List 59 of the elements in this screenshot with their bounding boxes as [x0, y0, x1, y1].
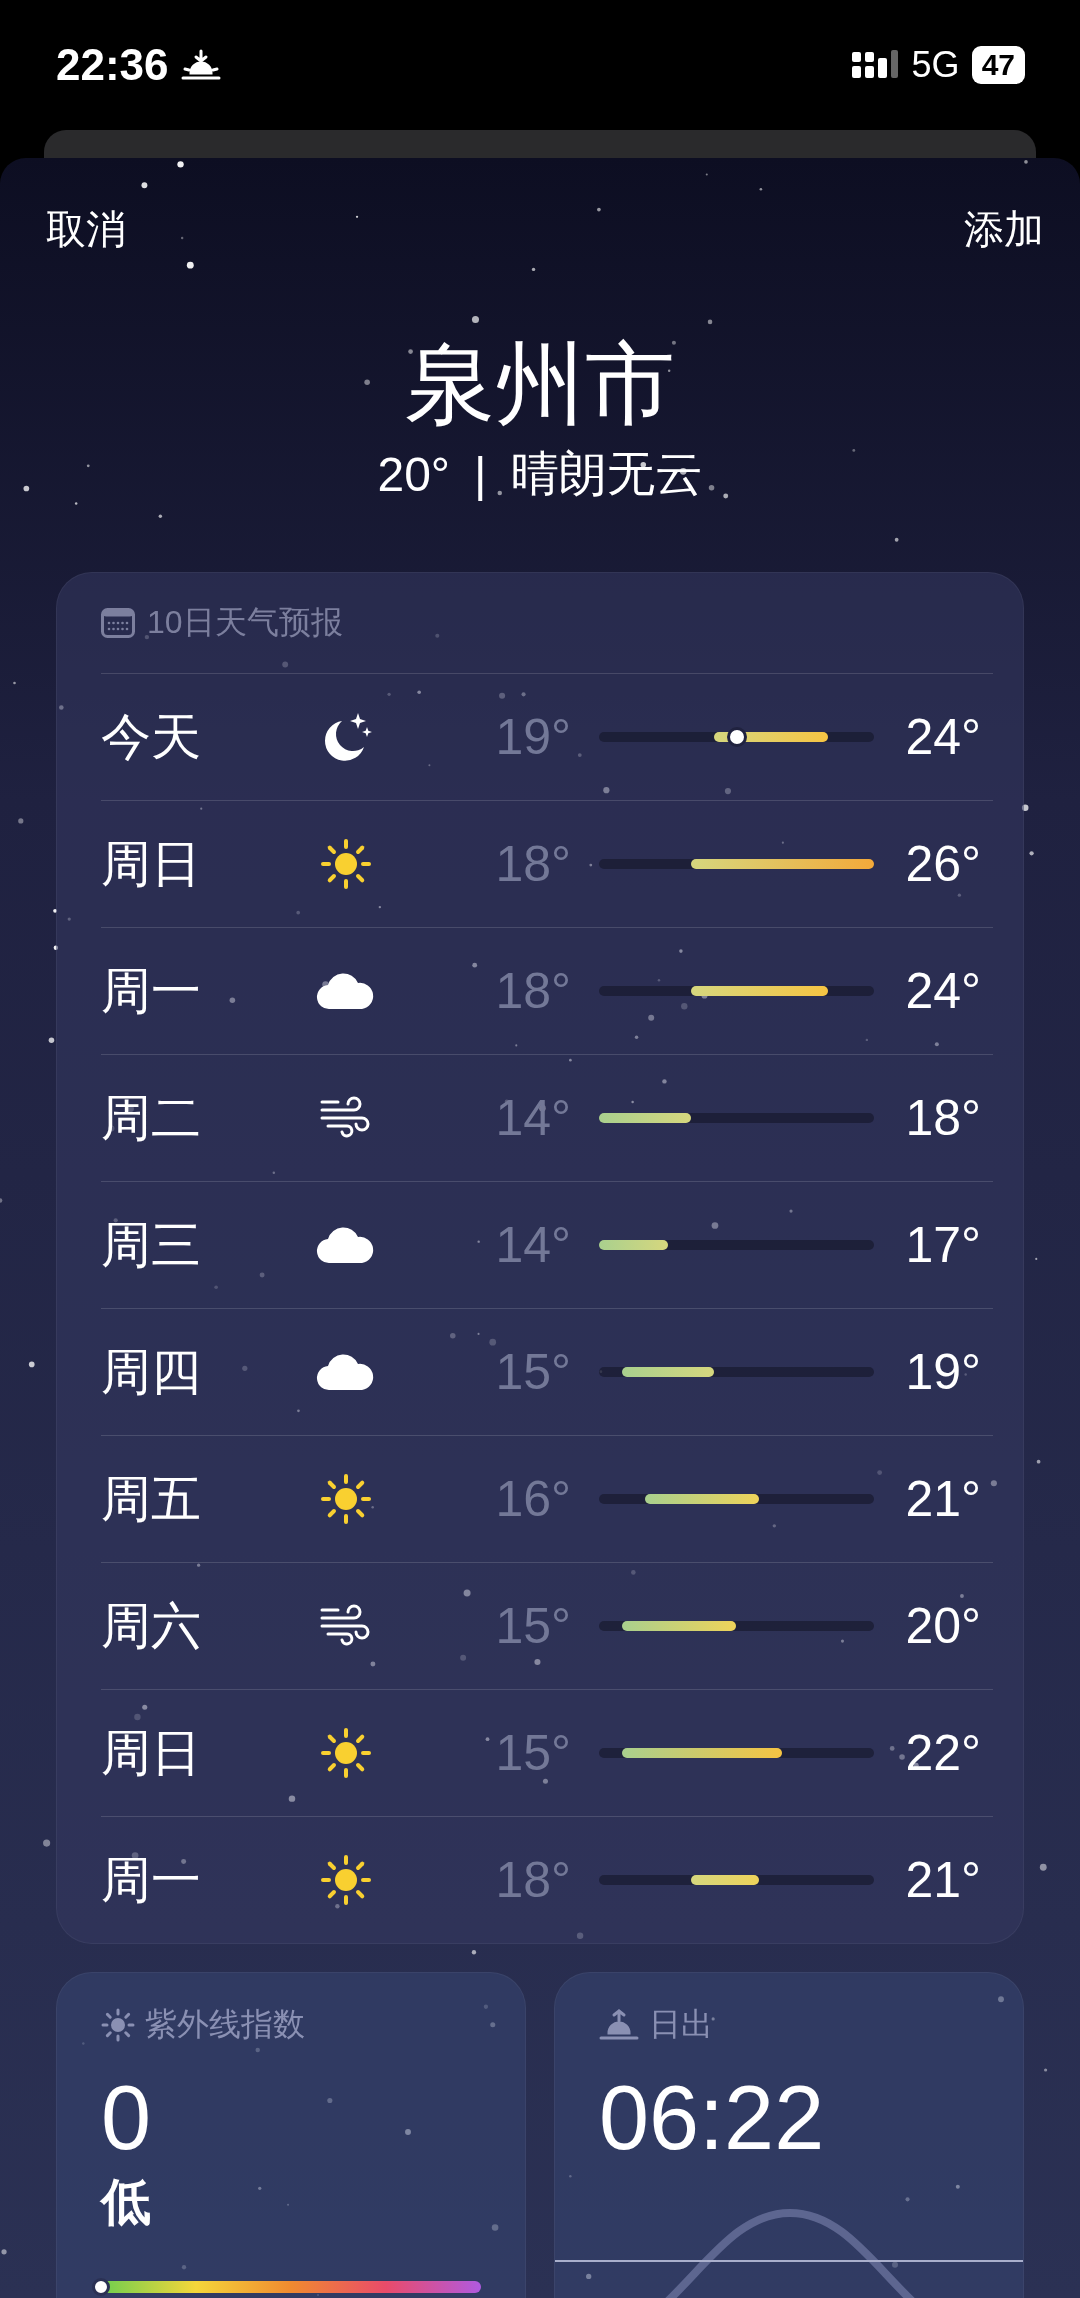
city-name: 泉州市	[404, 335, 676, 434]
low-temperature: 14°	[494, 1216, 571, 1274]
high-temperature: 20°	[904, 1597, 981, 1655]
day-label: 周日	[101, 1723, 202, 1783]
high-temperature: 24°	[904, 708, 981, 766]
day-label: 周一	[101, 961, 202, 1021]
high-temperature: 24°	[904, 962, 981, 1020]
day-label: 周五	[101, 1469, 202, 1529]
low-temperature: 14°	[494, 1089, 571, 1147]
low-temperature: 16°	[494, 1470, 571, 1528]
sun-icon	[318, 1471, 374, 1527]
calendar-icon	[101, 608, 135, 638]
sunrise-icon	[599, 2009, 639, 2041]
cloud-icon	[316, 1352, 376, 1392]
high-temperature: 21°	[904, 1470, 981, 1528]
cloud-icon	[316, 971, 376, 1011]
status-time: 22:36	[56, 40, 169, 90]
high-temperature: 21°	[904, 1851, 981, 1909]
day-label: 周三	[101, 1215, 202, 1275]
cloud-icon	[316, 1225, 376, 1265]
day-label: 周六	[101, 1596, 202, 1656]
high-temperature: 26°	[904, 835, 981, 893]
temperature-range-fill	[599, 1240, 668, 1250]
temperature-range-fill	[690, 1875, 760, 1885]
day-label: 周一	[101, 1850, 202, 1910]
battery-indicator: 47	[971, 46, 1025, 84]
low-temperature: 19°	[494, 708, 571, 766]
sun-icon	[318, 1725, 374, 1781]
cancel-button[interactable]: 取消	[46, 202, 126, 257]
low-temperature: 18°	[494, 1851, 571, 1909]
separator: |	[474, 446, 487, 502]
add-button[interactable]: 添加	[964, 202, 1044, 257]
low-temperature: 15°	[494, 1724, 571, 1782]
day-label: 周日	[101, 834, 202, 894]
signal-icon	[851, 50, 900, 80]
uv-title: 紫外线指数	[145, 2005, 305, 2044]
sunrise-title: 日出	[649, 2005, 713, 2044]
day-label: 周四	[101, 1342, 202, 1402]
uv-value: 0	[101, 2073, 153, 2163]
high-temperature: 22°	[904, 1724, 981, 1782]
high-temperature: 19°	[904, 1343, 981, 1401]
network-label: 5G	[911, 44, 960, 86]
high-temperature: 17°	[904, 1216, 981, 1274]
sunrise-icon	[180, 49, 221, 81]
current-temperature: 20°	[377, 446, 451, 502]
uv-level-label: 低	[101, 2173, 152, 2232]
day-label: 周二	[101, 1088, 202, 1148]
weather-condition: 晴朗无云	[510, 446, 703, 502]
sun-icon	[101, 2008, 135, 2042]
sunrise-time: 06:22	[599, 2073, 826, 2163]
sun-icon	[318, 1852, 374, 1908]
forecast-title: 10日天气预报	[147, 603, 343, 642]
sun-icon	[318, 836, 374, 892]
day-label: 今天	[101, 707, 202, 767]
low-temperature: 15°	[494, 1597, 571, 1655]
low-temperature: 15°	[494, 1343, 571, 1401]
high-temperature: 18°	[904, 1089, 981, 1147]
low-temperature: 18°	[494, 835, 571, 893]
low-temperature: 18°	[494, 962, 571, 1020]
